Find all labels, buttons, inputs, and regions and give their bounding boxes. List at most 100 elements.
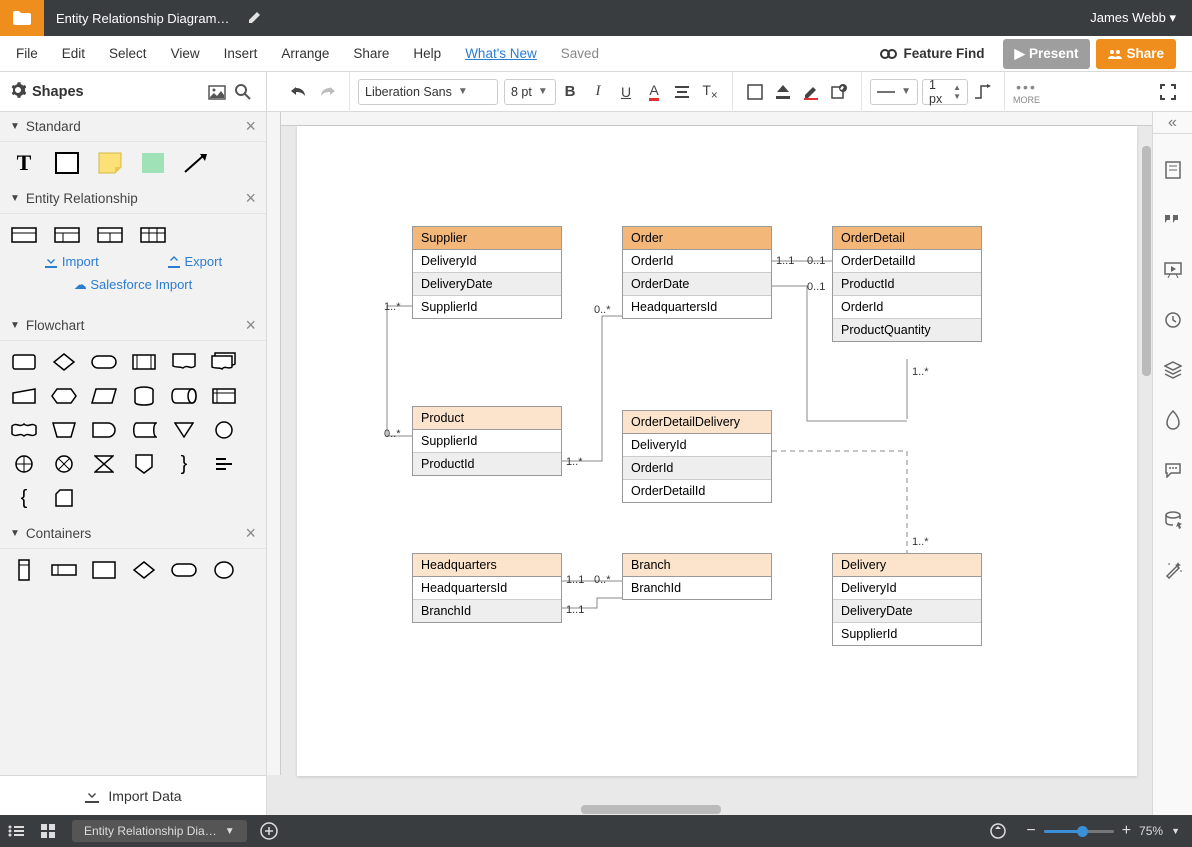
document-title[interactable]: Entity Relationship Diagram Exa… (44, 11, 244, 26)
fc-connector[interactable] (210, 419, 238, 441)
bold-button[interactable]: B (556, 78, 584, 106)
menu-share[interactable]: Share (353, 46, 389, 61)
close-icon[interactable]: × (245, 116, 256, 137)
section-er-header[interactable]: ▼Entity Relationship× (0, 184, 266, 214)
collapse-dock-button[interactable]: « (1153, 112, 1192, 134)
import-data-button[interactable]: Import Data (0, 775, 266, 815)
font-family-select[interactable]: Liberation Sans▼ (358, 79, 498, 105)
menu-arrange[interactable]: Arrange (281, 46, 329, 61)
entity-branch[interactable]: BranchBranchId (622, 553, 772, 600)
fc-merge[interactable] (170, 419, 198, 441)
outline-view-button[interactable] (0, 815, 32, 847)
present-button[interactable]: ▶ Present (1003, 39, 1091, 69)
fullscreen-button[interactable] (1154, 78, 1182, 106)
scrollbar-horizontal[interactable] (281, 804, 1152, 815)
line-shape-button[interactable] (968, 78, 996, 106)
section-flowchart-header[interactable]: ▼Flowchart× (0, 311, 266, 341)
entity-hq[interactable]: HeadquartersHeadquartersIdBranchId (412, 553, 562, 623)
border-color-button[interactable] (797, 78, 825, 106)
container-2[interactable] (50, 559, 78, 581)
zoom-out-button[interactable]: − (1026, 822, 1035, 840)
container-4[interactable] (130, 559, 158, 581)
import-link[interactable]: Import (44, 254, 99, 269)
fc-manualop[interactable] (50, 419, 78, 441)
fc-delay[interactable] (90, 419, 118, 441)
redo-button[interactable] (313, 78, 341, 106)
fc-multidoc[interactable] (210, 351, 238, 373)
close-icon[interactable]: × (245, 315, 256, 336)
close-icon[interactable]: × (245, 188, 256, 209)
entity-delivery[interactable]: DeliveryDeliveryIdDeliveryDateSupplierId (832, 553, 982, 646)
dock-magic-icon[interactable] (1158, 556, 1188, 584)
entity-order[interactable]: OrderOrderIdOrderDateHeadquartersId (622, 226, 772, 319)
fc-brace-right[interactable]: } (170, 453, 198, 475)
text-shape[interactable]: T (10, 152, 38, 174)
er-shape-4[interactable] (139, 224, 167, 246)
menu-insert[interactable]: Insert (224, 46, 258, 61)
dock-history-icon[interactable] (1158, 306, 1188, 334)
search-shapes-icon[interactable] (230, 79, 256, 105)
entity-orderdetail[interactable]: OrderDetailOrderDetailIdProductIdOrderId… (832, 226, 982, 342)
fc-prep[interactable] (50, 385, 78, 407)
fc-data[interactable] (90, 385, 118, 407)
fc-brace-left[interactable]: { (10, 487, 38, 509)
er-shape-2[interactable] (53, 224, 81, 246)
text-color-button[interactable]: A (640, 78, 668, 106)
add-page-button[interactable] (255, 817, 283, 845)
more-tools-button[interactable]: ••• MORE (1013, 79, 1040, 105)
section-standard-header[interactable]: ▼Standard× (0, 112, 266, 142)
dock-notes-icon[interactable] (1158, 156, 1188, 184)
shape-fill-button[interactable] (741, 78, 769, 106)
export-link[interactable]: Export (167, 254, 223, 269)
share-button[interactable]: Share (1096, 39, 1176, 69)
menu-whats-new[interactable]: What's New (465, 46, 537, 61)
container-6[interactable] (210, 559, 238, 581)
fc-database[interactable] (130, 385, 158, 407)
scrollbar-vertical[interactable] (1141, 126, 1152, 804)
menu-help[interactable]: Help (413, 46, 441, 61)
fc-predef[interactable] (130, 351, 158, 373)
clear-format-button[interactable]: T× (696, 78, 724, 106)
container-3[interactable] (90, 559, 118, 581)
zoom-in-button[interactable]: + (1122, 822, 1131, 840)
container-5[interactable] (170, 559, 198, 581)
close-icon[interactable]: × (245, 523, 256, 544)
shape-options-button[interactable] (825, 78, 853, 106)
undo-button[interactable] (285, 78, 313, 106)
line-width-select[interactable]: 1 px▲▼ (922, 79, 968, 105)
salesforce-import-link[interactable]: ☁ Salesforce Import (10, 277, 256, 301)
page-tab[interactable]: Entity Relationship Dia…▼ (72, 820, 247, 842)
feature-find-button[interactable]: Feature Find (880, 46, 985, 61)
er-shape-3[interactable] (96, 224, 124, 246)
gear-icon[interactable] (10, 82, 26, 103)
font-size-select[interactable]: 8 pt▼ (504, 79, 556, 105)
fc-sumjunction[interactable] (50, 453, 78, 475)
fc-process[interactable] (10, 351, 38, 373)
container-1[interactable] (10, 559, 38, 581)
dock-paint-icon[interactable] (1158, 406, 1188, 434)
menu-view[interactable]: View (171, 46, 200, 61)
menu-file[interactable]: File (16, 46, 38, 61)
menu-edit[interactable]: Edit (62, 46, 85, 61)
menu-select[interactable]: Select (109, 46, 147, 61)
fc-storeddata[interactable] (130, 419, 158, 441)
sync-status-icon[interactable] (982, 815, 1014, 847)
entity-supplier[interactable]: SupplierDeliveryIdDeliveryDateSupplierId (412, 226, 562, 319)
entity-product[interactable]: ProductSupplierIdProductId (412, 406, 562, 476)
user-menu[interactable]: James Webb ▾ (1074, 10, 1192, 26)
fc-directdata[interactable] (170, 385, 198, 407)
line-style-select[interactable]: ▼ (870, 79, 918, 105)
fc-manualin[interactable] (10, 385, 38, 407)
fc-terminator[interactable] (90, 351, 118, 373)
dock-data-icon[interactable] (1158, 506, 1188, 534)
dock-comments-icon[interactable] (1158, 206, 1188, 234)
dock-layers-icon[interactable] (1158, 356, 1188, 384)
rename-icon[interactable] (248, 10, 262, 27)
underline-button[interactable]: U (612, 78, 640, 106)
diagram-page[interactable]: SupplierDeliveryIdDeliveryDateSupplierId… (297, 126, 1137, 776)
italic-button[interactable]: I (584, 78, 612, 106)
folder-icon[interactable] (0, 0, 44, 36)
fc-note[interactable] (210, 453, 238, 475)
canvas[interactable]: SupplierDeliveryIdDeliveryDateSupplierId… (267, 112, 1192, 815)
zoom-level[interactable]: 75% (1139, 824, 1163, 838)
